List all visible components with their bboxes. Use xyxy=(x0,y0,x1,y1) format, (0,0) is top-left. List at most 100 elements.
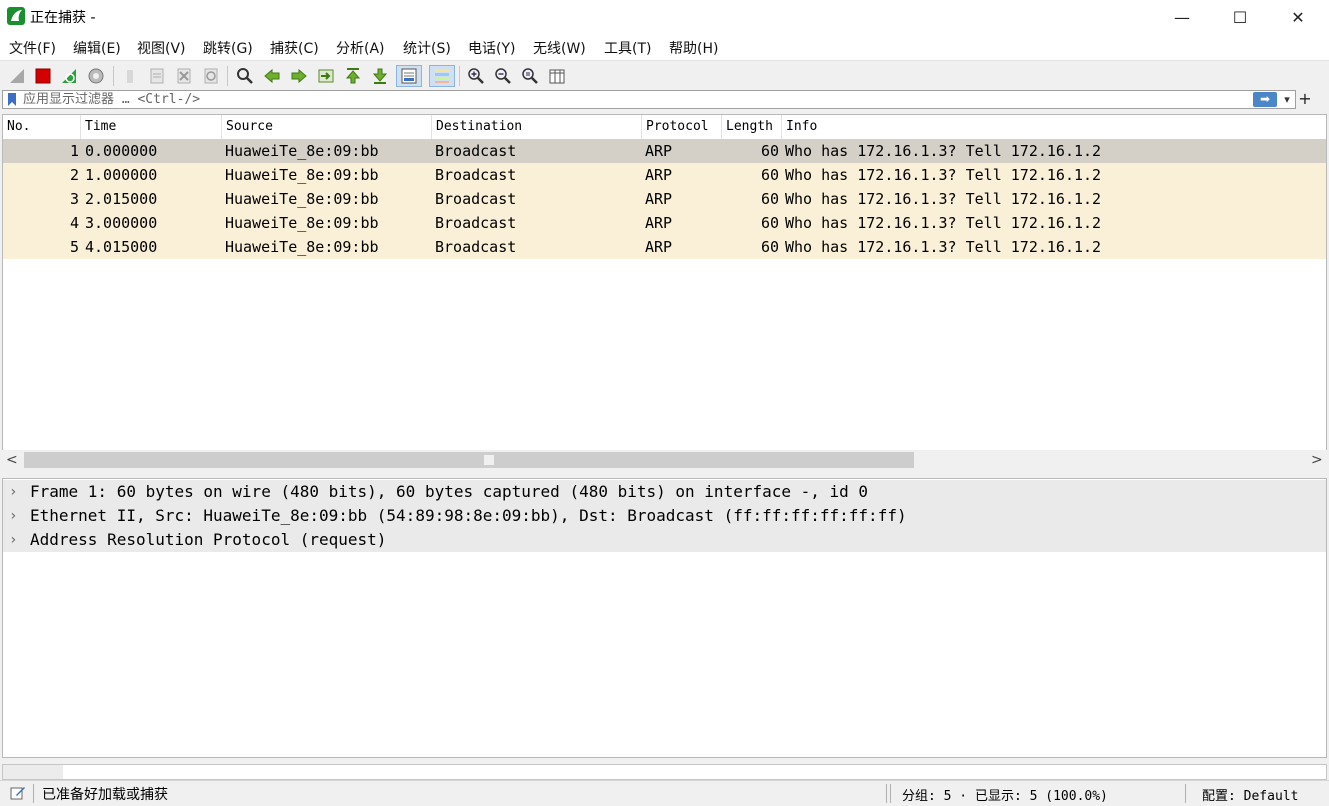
first-packet-icon[interactable] xyxy=(342,65,364,87)
scroll-left-icon[interactable]: < xyxy=(6,450,18,470)
packet-row[interactable]: 2 1.000000 HuaweiTe_8e:09:bb Broadcast A… xyxy=(3,163,1326,187)
display-filter-input[interactable] xyxy=(23,91,1223,108)
col-header-protocol[interactable]: Protocol xyxy=(642,115,722,139)
packet-list-header: No. Time Source Destination Protocol Len… xyxy=(3,115,1326,140)
packet-row[interactable]: 5 4.015000 HuaweiTe_8e:09:bb Broadcast A… xyxy=(3,235,1326,259)
bookmark-icon[interactable] xyxy=(7,93,17,106)
go-forward-icon[interactable] xyxy=(288,65,310,87)
cell-length: 60 xyxy=(760,238,779,256)
cell-protocol: ARP xyxy=(645,238,673,256)
cell-protocol: ARP xyxy=(645,166,673,184)
packet-row[interactable]: 1 0.000000 HuaweiTe_8e:09:bb Broadcast A… xyxy=(3,139,1326,163)
cell-time: 2.015000 xyxy=(85,190,158,208)
go-back-icon[interactable] xyxy=(261,65,283,87)
packet-details-pane: › Frame 1: 60 bytes on wire (480 bits), … xyxy=(2,478,1327,758)
col-header-length[interactable]: Length xyxy=(722,115,782,139)
close-file-icon[interactable] xyxy=(173,65,195,87)
wireshark-logo-icon xyxy=(7,7,25,25)
expert-info-icon[interactable] xyxy=(10,785,26,801)
bytes-pane-tab[interactable] xyxy=(3,765,63,779)
window-title: 正在捕获 - xyxy=(30,10,96,26)
packet-row[interactable]: 3 2.015000 HuaweiTe_8e:09:bb Broadcast A… xyxy=(3,187,1326,211)
menu-go[interactable]: 跳转(G) xyxy=(203,38,253,58)
cell-no: 5 xyxy=(69,238,79,256)
cell-length: 60 xyxy=(760,190,779,208)
menu-capture[interactable]: 捕获(C) xyxy=(270,38,319,58)
col-header-source[interactable]: Source xyxy=(222,115,432,139)
stop-capture-icon[interactable] xyxy=(32,65,54,87)
close-button[interactable]: ✕ xyxy=(1269,0,1327,34)
menu-analyze[interactable]: 分析(A) xyxy=(336,38,385,58)
cell-info: Who has 172.16.1.3? Tell 172.16.1.2 xyxy=(785,238,1102,256)
restart-capture-icon[interactable] xyxy=(58,65,80,87)
cell-source: HuaweiTe_8e:09:bb xyxy=(225,190,379,208)
capture-options-icon[interactable] xyxy=(85,65,107,87)
shark-fin-start-icon[interactable] xyxy=(6,65,28,87)
cell-destination: Broadcast xyxy=(435,142,517,160)
menu-view[interactable]: 视图(V) xyxy=(137,38,186,58)
packet-row[interactable]: 4 3.000000 HuaweiTe_8e:09:bb Broadcast A… xyxy=(3,211,1326,235)
cell-source: HuaweiTe_8e:09:bb xyxy=(225,166,379,184)
scrollbar-grip xyxy=(484,455,494,465)
menu-help[interactable]: 帮助(H) xyxy=(669,38,718,58)
title-bar: 正在捕获 - — ☐ ✕ xyxy=(0,0,1329,34)
filter-history-dropdown-icon[interactable]: ▾ xyxy=(1280,91,1294,108)
menu-statistics[interactable]: 统计(S) xyxy=(403,38,451,58)
detail-tree-item[interactable]: › Address Resolution Protocol (request) xyxy=(3,528,1326,552)
col-header-destination[interactable]: Destination xyxy=(432,115,642,139)
apply-filter-icon[interactable]: ➡ xyxy=(1253,92,1277,107)
detail-tree-item[interactable]: › Ethernet II, Src: HuaweiTe_8e:09:bb (5… xyxy=(3,504,1326,528)
col-header-time[interactable]: Time xyxy=(81,115,222,139)
normal-size-icon[interactable] xyxy=(519,65,541,87)
last-packet-icon[interactable] xyxy=(369,65,391,87)
cell-time: 1.000000 xyxy=(85,166,158,184)
find-packet-icon[interactable] xyxy=(234,65,256,87)
colorize-icon[interactable] xyxy=(429,65,455,87)
cell-info: Who has 172.16.1.3? Tell 172.16.1.2 xyxy=(785,166,1102,184)
status-separator xyxy=(890,784,891,803)
cell-source: HuaweiTe_8e:09:bb xyxy=(225,142,379,160)
go-to-packet-icon[interactable] xyxy=(315,65,337,87)
col-header-no[interactable]: No. xyxy=(3,115,81,139)
cell-destination: Broadcast xyxy=(435,166,517,184)
cell-destination: Broadcast xyxy=(435,214,517,232)
zoom-in-icon[interactable] xyxy=(465,65,487,87)
cell-length: 60 xyxy=(760,142,779,160)
status-ready-text: 已准备好加载或捕获 xyxy=(42,787,168,803)
menu-file[interactable]: 文件(F) xyxy=(9,38,56,58)
save-file-icon[interactable] xyxy=(146,65,168,87)
cell-protocol: ARP xyxy=(645,190,673,208)
expand-chevron-icon[interactable]: › xyxy=(9,528,17,552)
open-file-icon[interactable] xyxy=(119,65,141,87)
expand-chevron-icon[interactable]: › xyxy=(9,480,17,504)
detail-tree-item[interactable]: › Frame 1: 60 bytes on wire (480 bits), … xyxy=(3,480,1326,504)
add-filter-button-icon[interactable]: + xyxy=(1298,89,1312,109)
col-header-info[interactable]: Info xyxy=(782,115,1326,139)
auto-scroll-icon[interactable] xyxy=(396,65,422,87)
menu-bar: 文件(F) 编辑(E) 视图(V) 跳转(G) 捕获(C) 分析(A) 统计(S… xyxy=(0,34,1329,60)
status-profile[interactable]: 配置: Default xyxy=(1202,785,1298,804)
status-separator xyxy=(886,784,887,803)
scrollbar-thumb[interactable] xyxy=(24,452,914,468)
toolbar-separator xyxy=(459,66,460,86)
expand-chevron-icon[interactable]: › xyxy=(9,504,17,528)
packet-bytes-pane xyxy=(2,764,1327,780)
scroll-right-icon[interactable]: > xyxy=(1311,450,1323,470)
menu-wireless[interactable]: 无线(W) xyxy=(533,38,586,58)
minimize-button[interactable]: — xyxy=(1153,0,1211,34)
main-toolbar xyxy=(0,60,1329,90)
resize-columns-icon[interactable] xyxy=(546,65,568,87)
reload-file-icon[interactable] xyxy=(200,65,222,87)
menu-tools[interactable]: 工具(T) xyxy=(604,38,651,58)
display-filter-bar: ➡ ▾ xyxy=(2,90,1296,109)
cell-no: 2 xyxy=(69,166,79,184)
maximize-button[interactable]: ☐ xyxy=(1211,0,1269,34)
detail-frame-text: Frame 1: 60 bytes on wire (480 bits), 60… xyxy=(30,482,869,501)
menu-edit[interactable]: 编辑(E) xyxy=(73,38,121,58)
status-packet-count: 分组: 5 · 已显示: 5 (100.0%) xyxy=(902,789,1108,804)
cell-length: 60 xyxy=(760,214,779,232)
packet-list-horizontal-scrollbar[interactable]: < > xyxy=(2,450,1327,470)
packet-list: No. Time Source Destination Protocol Len… xyxy=(2,114,1327,470)
menu-telephony[interactable]: 电话(Y) xyxy=(468,38,515,58)
zoom-out-icon[interactable] xyxy=(492,65,514,87)
